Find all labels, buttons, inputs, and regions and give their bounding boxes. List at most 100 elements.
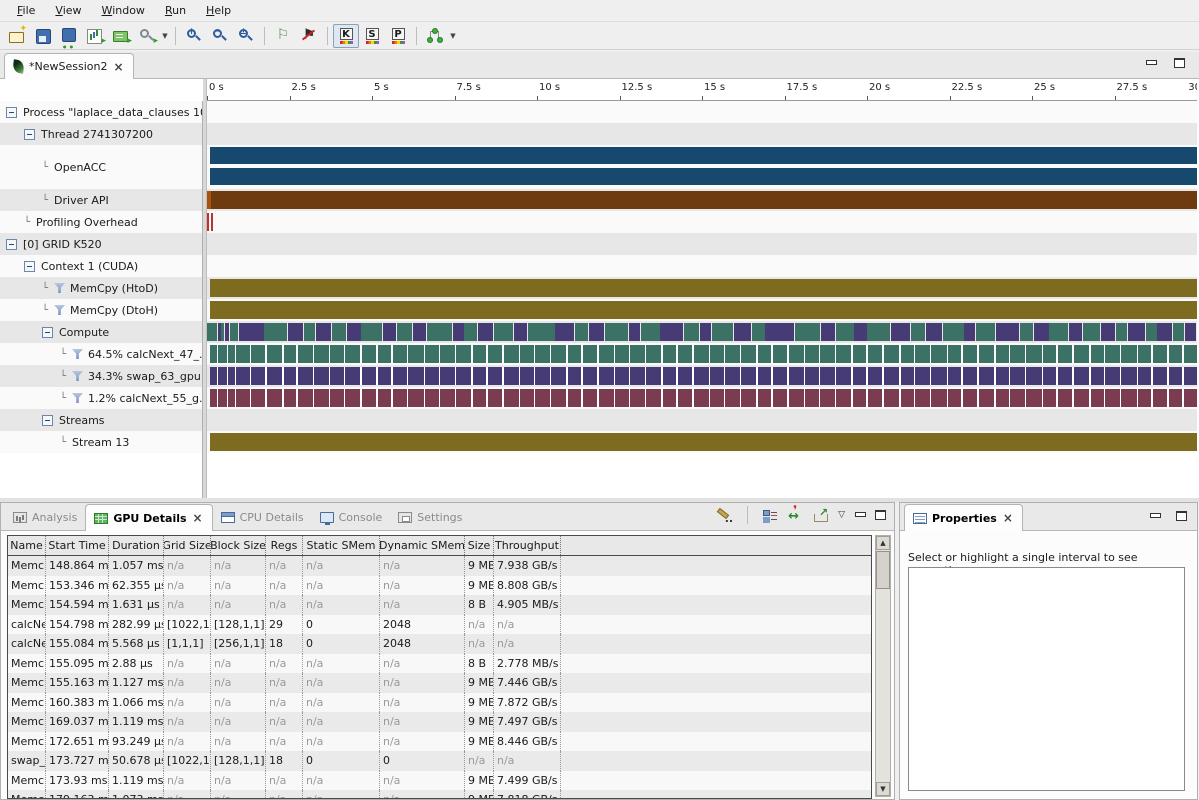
tree-row-compute[interactable]: Compute	[0, 321, 202, 343]
timeline-interval[interactable]	[1083, 323, 1100, 341]
details-minimize-button[interactable]	[855, 512, 865, 519]
menu-window[interactable]: Window	[93, 2, 154, 19]
timeline-interval[interactable]	[752, 323, 765, 341]
table-row[interactable]: Memcpy153.346 ms62.355 µsn/an/an/an/an/a…	[8, 576, 871, 596]
column-header-block_size[interactable]: Block Size	[211, 536, 266, 555]
canvas-row-profiling-overhead[interactable]	[207, 211, 1197, 233]
import-session-button[interactable]: ▸	[108, 24, 134, 48]
canvas-row-openacc[interactable]	[207, 145, 1197, 189]
timeline-interval[interactable]	[210, 147, 1197, 164]
timeline-interval[interactable]	[210, 301, 1197, 319]
timeline-interval[interactable]	[1173, 323, 1184, 341]
export-table-icon[interactable]	[813, 509, 828, 522]
timeline-interval[interactable]	[264, 323, 287, 341]
properties-tab-close-icon[interactable]: ×	[1002, 511, 1014, 525]
zoom-fit-button[interactable]: ±	[233, 24, 259, 48]
new-session-button[interactable]	[4, 24, 30, 48]
collapse-toggle-icon[interactable]	[42, 415, 53, 426]
timeline-interval[interactable]	[210, 367, 1197, 385]
timeline-interval[interactable]	[555, 323, 574, 341]
timeline-interval[interactable]	[1128, 323, 1145, 341]
timeline-interval[interactable]	[1146, 323, 1157, 341]
timeline-interval[interactable]	[891, 323, 910, 341]
marker-filter-button[interactable]: ⚑	[296, 24, 322, 48]
canvas-row-streams[interactable]	[207, 409, 1197, 431]
timeline-interval[interactable]	[854, 323, 866, 341]
timeline-interval[interactable]	[943, 323, 964, 341]
tab-settings[interactable]: Settings	[390, 504, 470, 531]
menu-view[interactable]: View	[46, 2, 90, 19]
canvas-row-driver-api[interactable]	[207, 189, 1197, 211]
timeline-interval[interactable]	[712, 323, 733, 341]
tree-row-grid-k520[interactable]: [0] GRID K520	[0, 233, 202, 255]
timeline-interval[interactable]	[210, 433, 1197, 451]
view-menu-icon[interactable]: ▽	[838, 510, 845, 520]
timeline-interval[interactable]	[605, 323, 628, 341]
timeline-interval[interactable]	[684, 323, 699, 341]
tab-gpu-details[interactable]: GPU Details×	[85, 504, 212, 531]
canvas-row-stream-13[interactable]	[207, 431, 1197, 453]
timeline-interval[interactable]	[210, 168, 1197, 185]
timeline-interval[interactable]	[575, 323, 588, 341]
timeline-interval[interactable]	[332, 323, 346, 341]
timeline-interval[interactable]	[629, 323, 640, 341]
timeline-interval[interactable]	[288, 323, 303, 341]
timeline-interval[interactable]	[211, 213, 213, 231]
canvas-row-memcpy-htod[interactable]	[207, 277, 1197, 299]
menu-run[interactable]: Run	[156, 2, 195, 19]
timeline-interval[interactable]	[464, 323, 477, 341]
table-row[interactable]: Memcpy160.383 ms1.066 msn/an/an/an/an/a9…	[8, 693, 871, 713]
kernel-coloring-button[interactable]: K	[333, 24, 359, 48]
find-button[interactable]: ▸	[134, 24, 160, 48]
timeline-interval[interactable]	[397, 323, 412, 341]
tree-row-memcpy-htod[interactable]: └MemCpy (HtoD)	[0, 277, 202, 299]
table-row[interactable]: calcNext155.084 ms5.568 µs[1,1,1][256,1,…	[8, 634, 871, 654]
table-row[interactable]: calcNext154.798 ms282.99 µs[1022,1,1][12…	[8, 615, 871, 635]
canvas-row-context-1[interactable]	[207, 255, 1197, 277]
collapse-toggle-icon[interactable]	[24, 261, 35, 272]
timeline-interval[interactable]	[304, 323, 315, 341]
filter-icon[interactable]	[54, 305, 65, 315]
maximize-button[interactable]	[1174, 58, 1185, 68]
timeline-interval[interactable]	[210, 279, 1197, 297]
properties-maximize-button[interactable]	[1176, 511, 1187, 521]
timeline-interval[interactable]	[976, 323, 995, 341]
table-row[interactable]: Memcpy154.594 ms1.631 µsn/an/an/an/an/a8…	[8, 595, 871, 615]
tab-cpu-details[interactable]: CPU Details	[213, 504, 312, 531]
timeline-interval[interactable]	[589, 323, 604, 341]
timeline-interval[interactable]	[230, 323, 238, 341]
timeline-interval[interactable]	[821, 323, 835, 341]
tree-row-streams[interactable]: Streams	[0, 409, 202, 431]
column-header-size[interactable]: Size	[465, 536, 494, 555]
timeline-interval[interactable]	[514, 323, 527, 341]
tree-row-kernel-swap63[interactable]: └34.3% swap_63_gpu	[0, 365, 202, 387]
tree-row-stream-13[interactable]: └Stream 13	[0, 431, 202, 453]
table-row[interactable]: Memcpy155.095 ms2.88 µsn/an/an/an/an/a8 …	[8, 654, 871, 674]
timeline-interval[interactable]	[700, 323, 711, 341]
timeline-interval[interactable]	[528, 323, 555, 341]
menu-help[interactable]: Help	[197, 2, 240, 19]
tab-properties[interactable]: Properties ×	[904, 504, 1023, 531]
tree-row-openacc[interactable]: └OpenACC	[0, 145, 202, 189]
canvas-row-memcpy-dtoh[interactable]	[207, 299, 1197, 321]
process-coloring-button[interactable]: P	[385, 24, 411, 48]
table-row[interactable]: Memcpy155.163 ms1.127 msn/an/an/an/an/a9…	[8, 673, 871, 693]
timeline-interval[interactable]	[207, 191, 211, 209]
table-row[interactable]: swap_6173.727 ms50.678 µs[1022,1,1][128,…	[8, 751, 871, 771]
timeline-interval[interactable]	[867, 323, 890, 341]
filter-icon[interactable]	[72, 393, 83, 403]
canvas-row-kernel-calcnext55[interactable]	[207, 387, 1197, 409]
tree-row-context-1[interactable]: Context 1 (CUDA)	[0, 255, 202, 277]
timeline-interval[interactable]	[964, 323, 975, 341]
scroll-down-icon[interactable]: ▼	[876, 782, 890, 796]
timeline-interval[interactable]	[996, 323, 1019, 341]
timeline-interval[interactable]	[210, 389, 1197, 407]
save-button[interactable]	[30, 24, 56, 48]
minimize-button[interactable]	[1146, 60, 1156, 67]
timeline-interval[interactable]	[765, 323, 794, 341]
timeline-interval[interactable]	[316, 323, 331, 341]
table-row[interactable]: Memcpy179.163 ms1.073 msn/an/an/an/an/a9…	[8, 790, 871, 799]
group-layout-icon[interactable]	[763, 509, 777, 522]
timeline-interval[interactable]	[347, 323, 361, 341]
timeline-interval[interactable]	[911, 323, 925, 341]
